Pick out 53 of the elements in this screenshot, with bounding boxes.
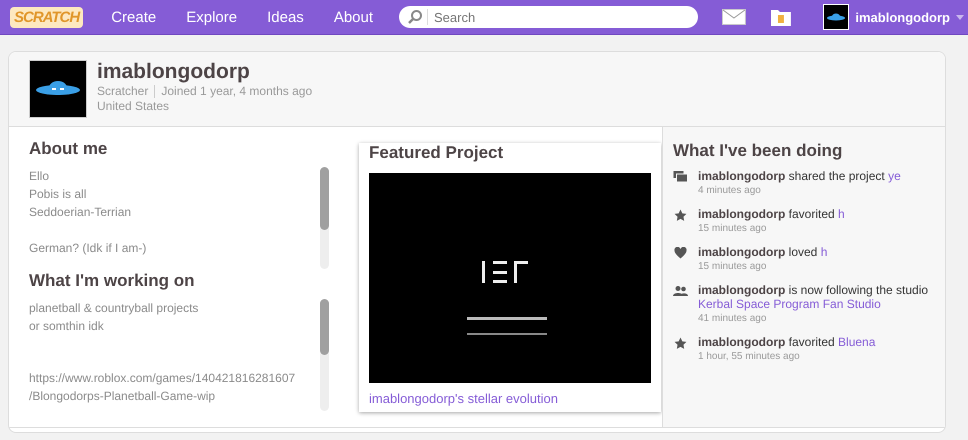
working-on-text: planetball & countryball projects [29,301,198,315]
account-username: imablongodorp [855,10,950,24]
activity-time: 15 minutes ago [698,261,768,272]
activity-time: 4 minutes ago [698,185,762,196]
search-field[interactable]: Search [432,8,686,26]
scrollbar[interactable] [320,167,329,269]
people-icon [673,285,688,297]
working-on-text: https://www.roblox.com/games/140421816281607 [29,371,296,385]
activity-time: 15 minutes ago [698,223,768,234]
star-icon [673,209,688,222]
activity-text: imablongodorp shared the project ye [698,169,901,183]
nav-link[interactable]: Ideas [267,8,304,26]
section-title: About me [29,139,108,159]
activity-text: imablongodorp favorited Bluena [698,335,876,349]
joined-date: Joined 1 year, 4 months ago [161,84,312,99]
bio-text: Ello [29,169,50,183]
activity-link[interactable]: h [838,207,845,221]
profile-country: United States [97,99,170,114]
nav-link[interactable]: Create [111,8,156,26]
bio-text: Pobis is all [29,187,86,201]
activity-time: 1 hour, 55 minutes ago [698,351,801,362]
folder-icon[interactable] [770,7,792,27]
profile-role: Scratcher [97,84,148,99]
nav-link[interactable]: Explore [186,8,238,26]
working-on-text: /Blongodorps-Planetball-Game-wip [29,389,216,403]
nav-link[interactable]: About [334,8,374,26]
profile-username: imablongodorp [97,60,251,84]
section-title: What I've been doing [673,141,844,161]
activity-link[interactable]: ye [888,169,901,183]
section-title: Featured Project [369,143,504,163]
projects-icon [673,171,688,183]
search-icon [407,9,428,25]
activity-text: imablongodorp loved h [698,245,828,259]
bio-text: German? (Idk if I am-) [29,241,146,255]
avatar-icon [29,60,87,118]
working-on-text: or somthin idk [29,319,104,333]
activity-link[interactable]: h [820,245,828,259]
search-field[interactable]: Search [399,6,698,28]
messages-icon[interactable] [722,9,746,25]
section-title: What I'm working on [29,271,196,291]
activity-text: imablongodorp is now following the studio Kerbal Space Program Fan Studio [698,283,930,311]
activity-time: 41 minutes ago [698,313,768,324]
heart-icon [673,247,688,259]
activity-link[interactable]: Kerbal Space Program Fan Studio [698,297,881,311]
project-link[interactable]: imablongodorp's stellar evolution [369,391,651,406]
activity-link[interactable]: Bluena [838,335,876,349]
star-icon [673,337,688,350]
caret-icon [956,14,964,20]
avatar-icon [823,4,850,30]
scrollbar[interactable] [320,299,329,411]
account-menu[interactable]: imablongodorp [819,4,968,30]
activity-text: imablongodorp favorited h [698,207,845,221]
bio-text: Seddoerian-Terrian [29,205,132,219]
